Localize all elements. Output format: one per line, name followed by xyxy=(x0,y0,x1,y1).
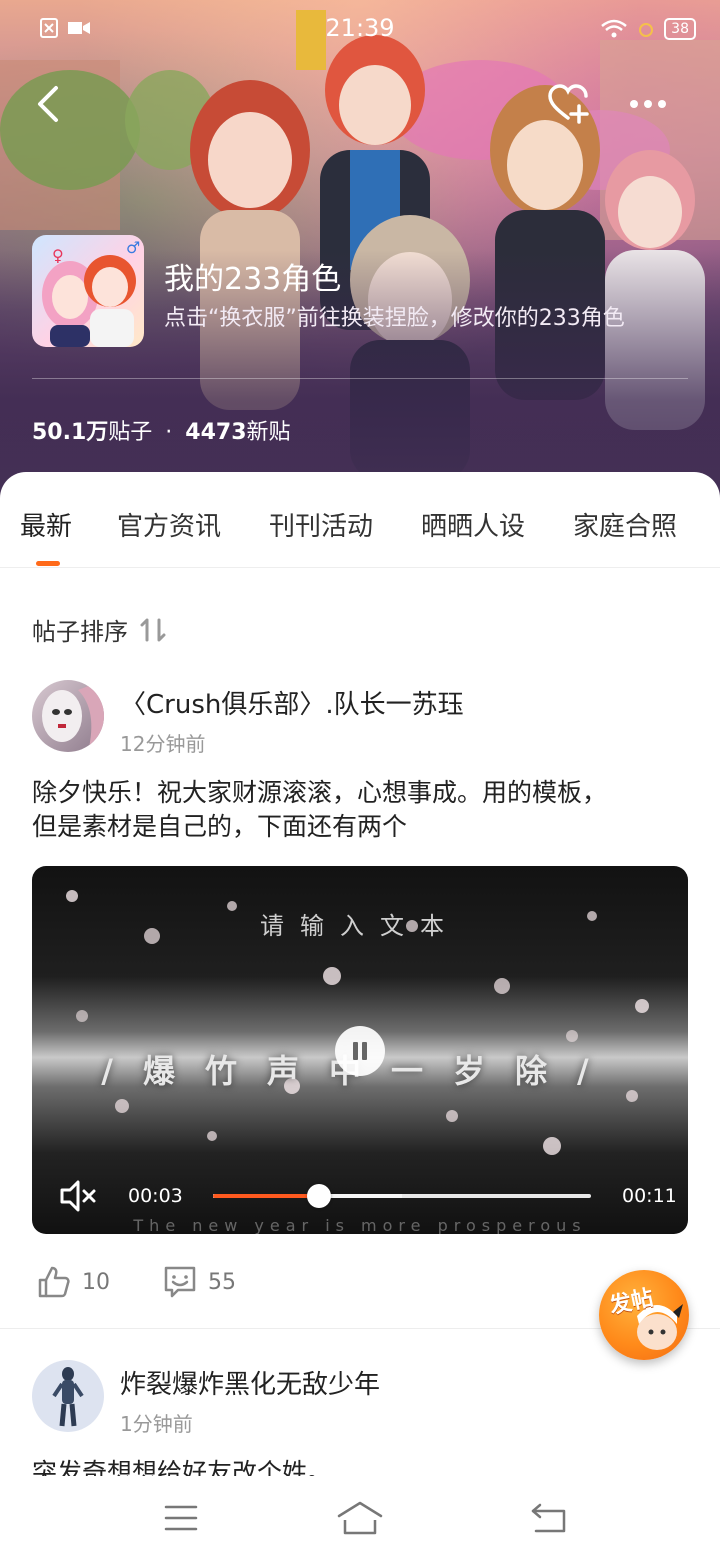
post-text-line-1: 除夕快乐！祝大家财源滚滚，心想事成。用的模板， xyxy=(32,778,608,807)
comment-smile-icon xyxy=(164,1266,196,1298)
like-button[interactable]: 10 xyxy=(36,1264,110,1300)
active-tab-indicator xyxy=(36,561,60,566)
video-total-time: 00:11 xyxy=(622,1185,677,1207)
stats-separator: · xyxy=(165,420,173,445)
alarm-icon xyxy=(639,23,654,37)
svg-text:♂: ♂ xyxy=(126,238,140,257)
sort-label: 帖子排序 xyxy=(32,618,128,646)
post-time: 12分钟前 xyxy=(120,732,206,756)
tab-bar: 最新 官方资讯 刊刊活动 晒晒人设 家庭合照 xyxy=(0,472,720,568)
game-title: 我的233角色 xyxy=(164,262,342,297)
tab-show-characters[interactable]: 晒晒人设 xyxy=(421,506,525,543)
create-post-button[interactable]: 发帖 xyxy=(599,1270,689,1360)
system-nav-bar xyxy=(0,1476,720,1560)
avatar-art xyxy=(52,1367,84,1427)
sort-control[interactable]: 帖子排序 xyxy=(32,612,168,647)
tab-latest[interactable]: 最新 xyxy=(20,506,72,543)
game-icon-art: ♀ ♂ xyxy=(42,238,140,347)
post-time: 1分钟前 xyxy=(120,1412,193,1436)
thumb-up-icon xyxy=(38,1266,70,1298)
video-controls: 00:03 00:11 xyxy=(32,1166,688,1226)
video-progress-knob[interactable] xyxy=(306,1184,331,1208)
post-actions: 10 55 xyxy=(36,1264,288,1300)
video-current-time: 00:03 xyxy=(128,1185,183,1207)
like-count: 10 xyxy=(82,1269,110,1295)
game-description: 点击“换衣服”前往换装捏脸，修改你的233角色 xyxy=(164,306,625,331)
comment-count: 55 xyxy=(208,1269,236,1295)
battery-indicator: 38 xyxy=(664,18,696,40)
heart-plus-icon[interactable] xyxy=(546,82,590,126)
wifi-icon xyxy=(601,19,627,38)
game-icon[interactable]: ♀ ♂ xyxy=(32,235,144,347)
video-progress-fill xyxy=(213,1194,319,1198)
status-right-icons: 38 xyxy=(600,18,696,40)
new-posts-count: 4473 xyxy=(185,420,247,445)
back-arrow-icon[interactable] xyxy=(530,1502,568,1534)
menu-icon[interactable] xyxy=(164,1504,198,1532)
posts-count: 50.1万 xyxy=(32,420,109,445)
avatar[interactable] xyxy=(32,680,104,752)
video-player[interactable]: 请输入文本 /爆竹声中一岁除/ The new year is more pro… xyxy=(32,866,688,1234)
avatar-art xyxy=(42,680,104,752)
post-text-line-2: 但是素材是自己的，下面还有两个 xyxy=(32,812,408,841)
post-text-line-1: 突发奇想想给好友改个姓。 xyxy=(32,1458,333,1476)
video-overlay-top-text: 请输入文本 xyxy=(260,912,460,940)
forum-content: 最新 官方资讯 刊刊活动 晒晒人设 家庭合照 帖子排序 〈Crush俱乐部〉.队… xyxy=(0,472,720,1560)
new-posts-label: 新贴 xyxy=(246,420,291,445)
sort-arrows-icon xyxy=(140,618,166,641)
avatar[interactable] xyxy=(32,1360,104,1432)
tab-official-news[interactable]: 官方资讯 xyxy=(117,506,221,543)
video-progress-bar[interactable] xyxy=(213,1184,591,1208)
chevron-left-icon[interactable] xyxy=(30,82,70,126)
svg-text:♀: ♀ xyxy=(52,246,64,265)
comment-button[interactable]: 55 xyxy=(162,1264,236,1300)
pause-button[interactable] xyxy=(335,1026,385,1076)
post-author[interactable]: 炸裂爆炸黑化无敌少年 xyxy=(120,1364,380,1401)
status-bar: 21:39 38 xyxy=(0,0,720,56)
forum-header-banner: 21:39 38 ♀ ♂ 我的233角色 点击“换衣服”前往换装捏脸，修改你的2… xyxy=(0,0,720,500)
tab-family-photo[interactable]: 家庭合照 xyxy=(573,506,677,543)
post-author[interactable]: 〈Crush俱乐部〉.队长一苏珏 xyxy=(120,684,464,721)
more-dots-icon[interactable] xyxy=(626,90,670,118)
volume-mute-icon[interactable] xyxy=(58,1176,98,1216)
tab-activities[interactable]: 刊刊活动 xyxy=(269,506,373,543)
forum-stats: 50.1万贴子 · 4473新贴 xyxy=(32,414,291,446)
home-icon[interactable] xyxy=(336,1500,384,1536)
banner-divider xyxy=(32,378,688,379)
posts-label: 贴子 xyxy=(108,420,153,445)
